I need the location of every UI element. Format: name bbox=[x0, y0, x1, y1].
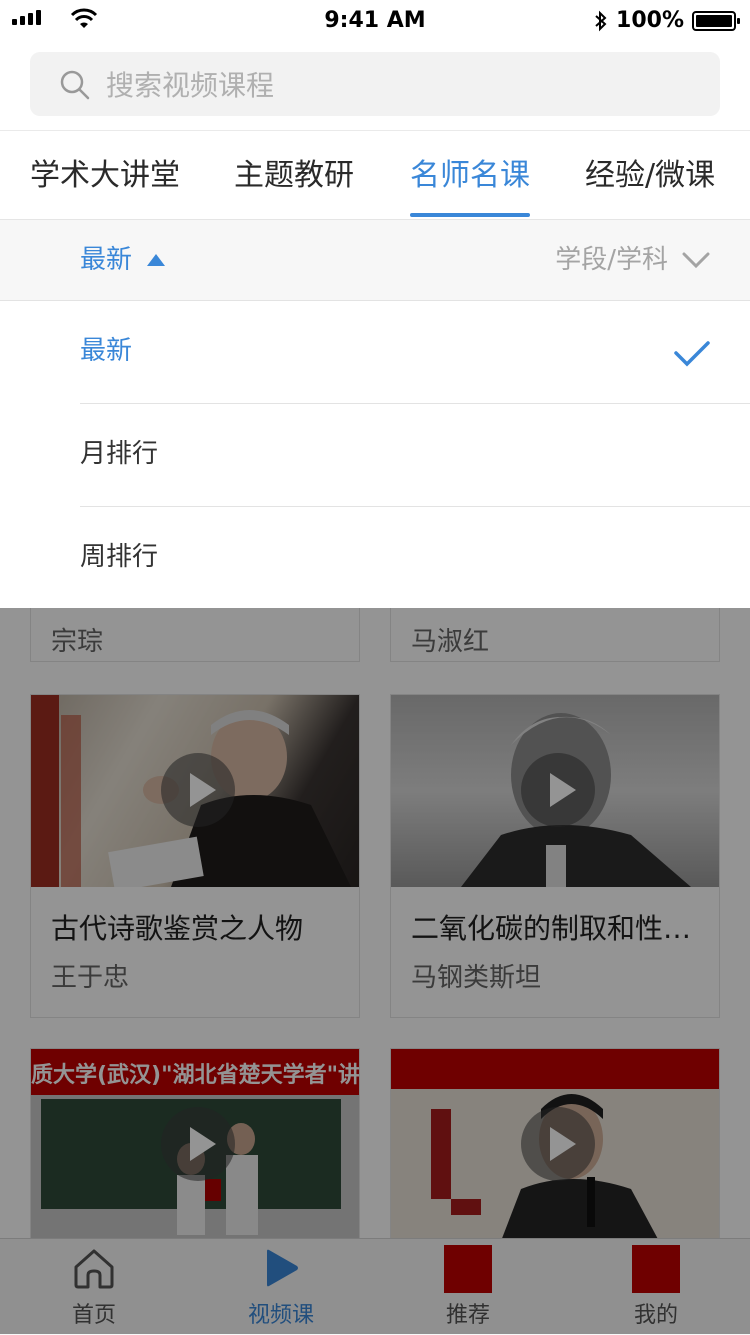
sort-option-latest[interactable]: 最新 bbox=[80, 301, 750, 404]
sort-option-weekly[interactable]: 周排行 bbox=[80, 507, 750, 609]
subject-filter-label: 学段/学科 bbox=[555, 245, 668, 275]
sort-option-monthly[interactable]: 月排行 bbox=[80, 404, 750, 507]
search-area bbox=[0, 40, 750, 131]
chevron-down-icon bbox=[682, 252, 710, 269]
tab-famous-teacher[interactable]: 名师名课 bbox=[410, 131, 530, 219]
sort-option-label: 月排行 bbox=[80, 439, 159, 469]
tab-experience-microcourse[interactable]: 经验/微课 bbox=[585, 131, 715, 219]
caret-up-icon bbox=[147, 254, 166, 266]
sort-option-label: 最新 bbox=[80, 336, 133, 366]
tab-topic-research[interactable]: 主题教研 bbox=[234, 131, 354, 219]
tab-academic-lecture[interactable]: 学术大讲堂 bbox=[30, 131, 180, 219]
status-bar: 9:41 AM 100% bbox=[0, 0, 750, 40]
category-tabs: 学术大讲堂 主题教研 名师名课 经验/微课 bbox=[0, 131, 750, 220]
search-input[interactable] bbox=[104, 52, 688, 118]
sort-dropdown: 最新 月排行 周排行 bbox=[0, 301, 750, 608]
dim-overlay[interactable] bbox=[0, 608, 750, 1334]
filter-bar: 最新 学段/学科 bbox=[0, 220, 750, 301]
battery-percent: 100% bbox=[616, 8, 684, 33]
sort-filter-button[interactable]: 最新 bbox=[80, 220, 166, 300]
search-icon bbox=[60, 70, 90, 100]
bluetooth-icon bbox=[595, 10, 607, 31]
search-box[interactable] bbox=[30, 52, 720, 118]
check-icon bbox=[674, 341, 710, 367]
subject-filter-button[interactable]: 学段/学科 bbox=[555, 220, 710, 300]
sort-filter-label: 最新 bbox=[80, 245, 133, 275]
sort-option-label: 周排行 bbox=[80, 542, 159, 572]
battery-icon bbox=[692, 10, 740, 31]
